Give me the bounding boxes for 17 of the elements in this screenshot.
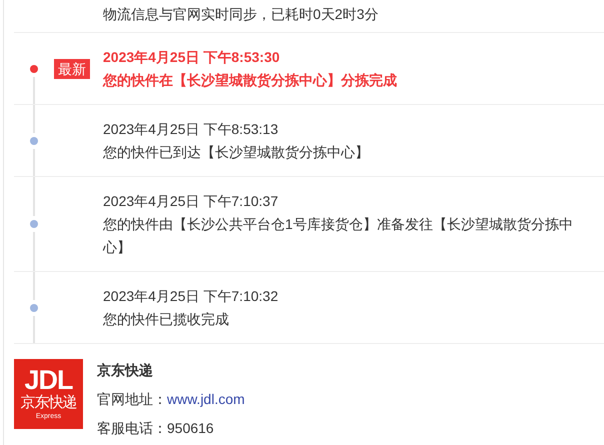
event-description: 您的快件由【长沙公共平台仓1号库接货仓】准备发往【长沙望城散货分拣中心】 (103, 215, 574, 257)
event-time: 2023年4月25日 下午8:53:13 (103, 120, 280, 139)
website-label: 官网地址： (97, 391, 167, 407)
event-description: 您的快件在【长沙望城散货分拣中心】分拣完成 (103, 71, 398, 90)
phone-label: 客服电话： (97, 420, 167, 436)
logo-wordmark: JDL (24, 366, 72, 394)
website-link[interactable]: www.jdl.com (167, 391, 245, 407)
phone-number: 950616 (167, 420, 214, 436)
latest-badge: 最新 (54, 58, 90, 78)
carrier-name: 京东快递 (97, 361, 154, 380)
event-time: 2023年4月25日 下午8:53:30 (103, 48, 281, 67)
sync-status-text: 物流信息与官网实时同步，已耗时0天2时3分 (103, 6, 378, 22)
logo-name: 京东快递 (20, 394, 76, 412)
event-description: 您的快件已到达【长沙望城散货分拣中心】 (103, 143, 370, 162)
event-time: 2023年4月25日 下午7:10:37 (103, 192, 280, 211)
event-description: 您的快件已揽收完成 (103, 310, 230, 329)
event-time: 2023年4月25日 下午7:10:32 (103, 287, 280, 306)
